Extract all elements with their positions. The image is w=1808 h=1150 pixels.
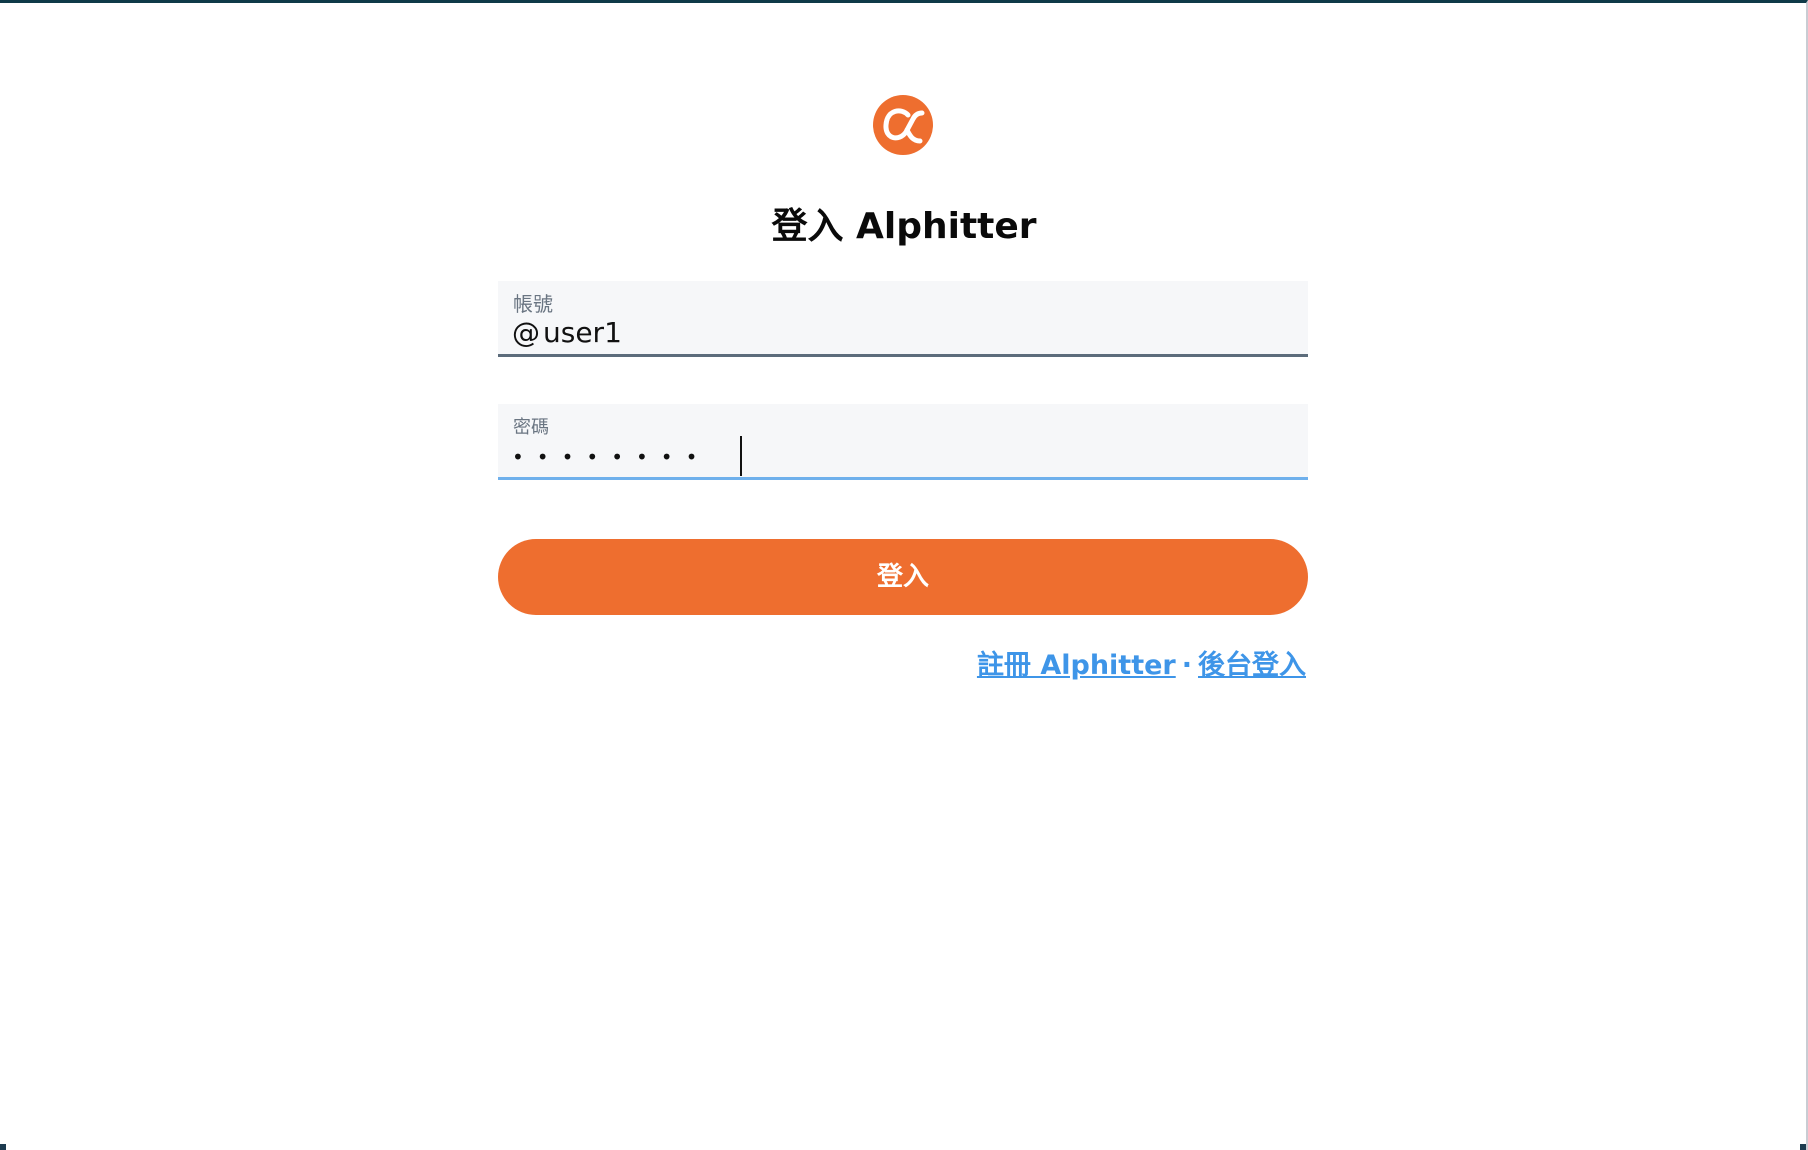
text-caret [740,436,742,476]
username-input[interactable]: @ user1 [512,318,622,348]
password-field[interactable]: 密碼 •••••••• [498,404,1308,480]
alpha-logo-icon [873,95,933,155]
username-field[interactable]: 帳號 @ user1 [498,281,1308,357]
password-input[interactable]: •••••••• [512,440,710,474]
admin-login-link[interactable]: 後台登入 [1198,650,1306,681]
password-label: 密碼 [513,417,549,438]
link-separator: · [1181,650,1192,681]
username-value: user1 [543,316,622,349]
page-title: 登入 Alphitter [771,206,1037,247]
login-button[interactable]: 登入 [498,539,1308,615]
register-link[interactable]: 註冊 Alphitter [977,650,1176,681]
username-label: 帳號 [513,292,553,316]
username-prefix: @ [512,316,540,349]
app-window: 登入 Alphitter 帳號 @ user1 密碼 •••••••• 登入 註冊… [0,0,1808,1150]
window-corner-left [0,1144,6,1150]
footer-links: 註冊 Alphitter · 後台登入 [977,649,1306,683]
window-corner-right [1800,1144,1806,1150]
